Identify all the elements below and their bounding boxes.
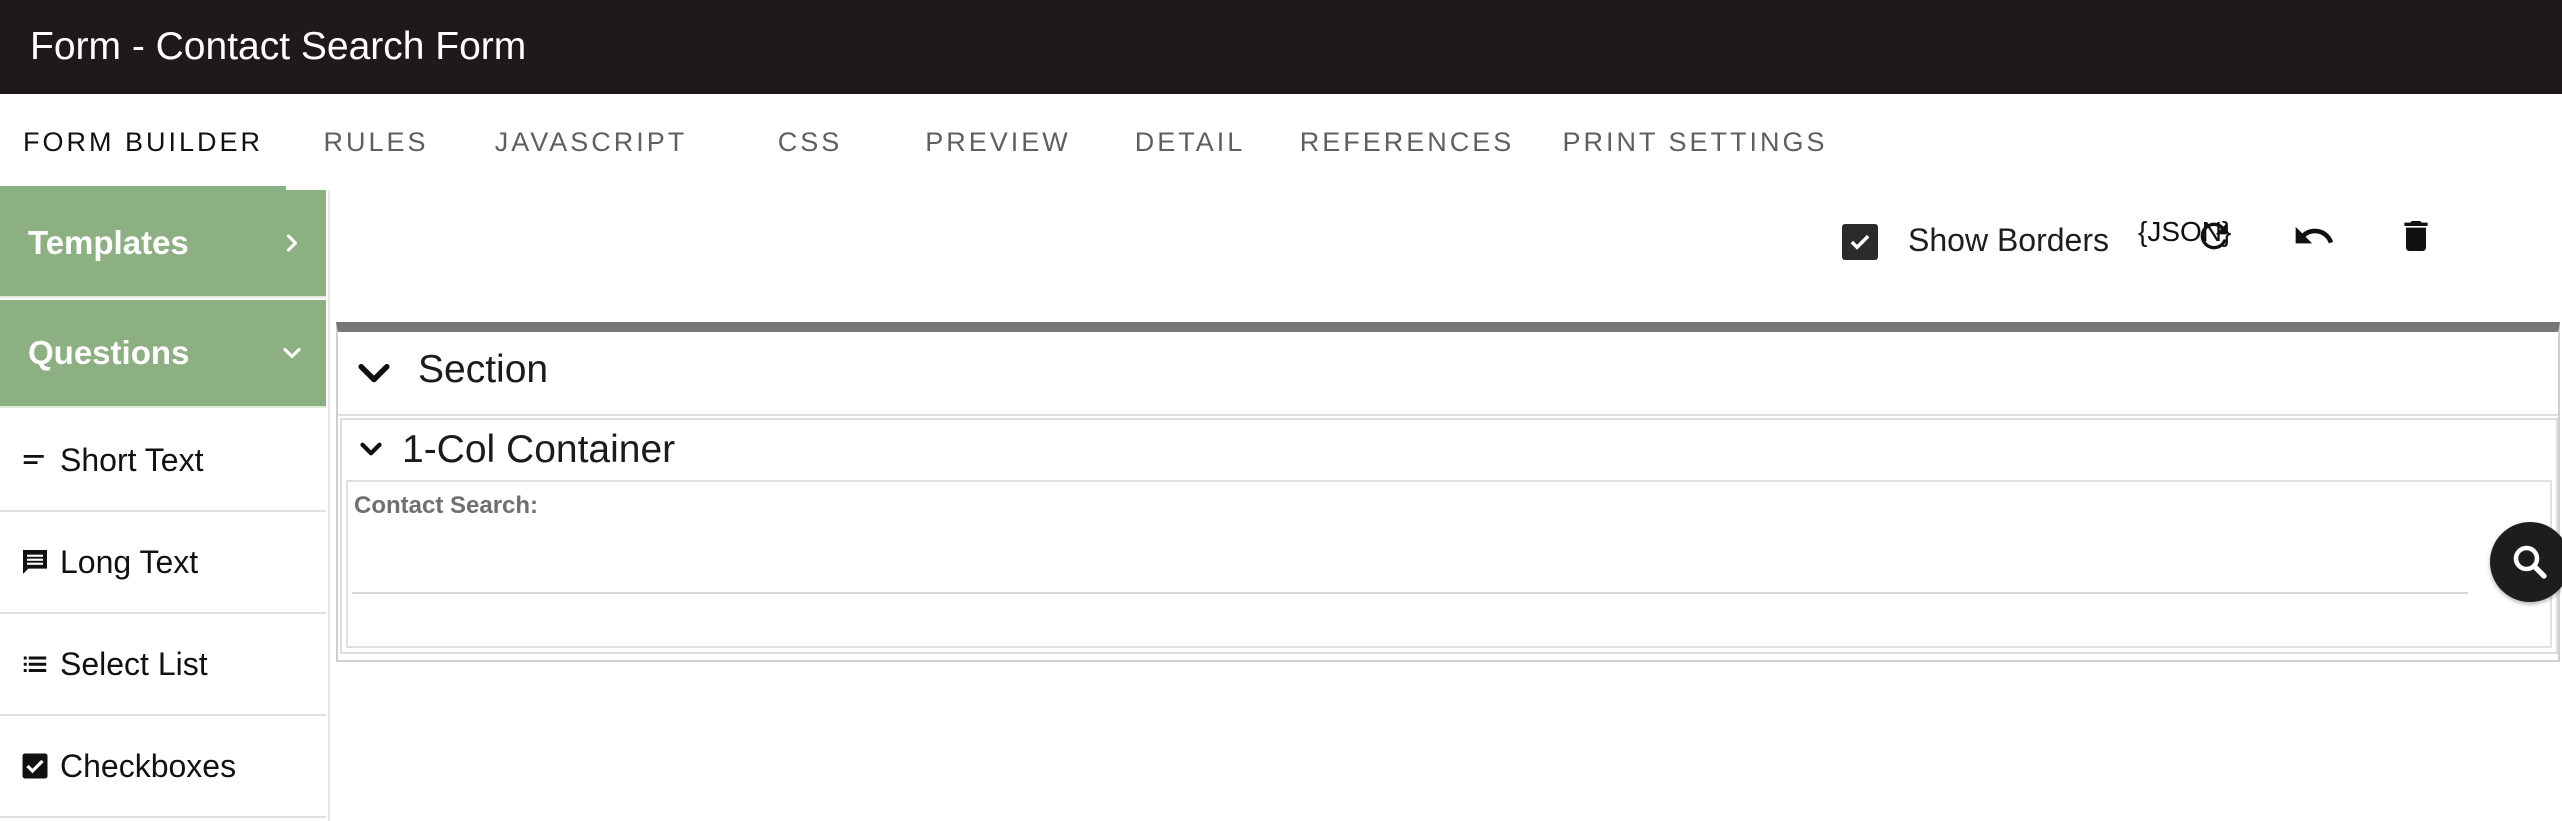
undo-button[interactable] <box>2290 212 2338 260</box>
sidebar-item-checkboxes[interactable]: Checkboxes <box>0 716 326 818</box>
comment-icon <box>18 545 52 579</box>
sidebar-item-select-list[interactable]: Select List <box>0 614 326 716</box>
section-header[interactable]: Section <box>338 332 2558 416</box>
checkbox-icon <box>18 749 52 783</box>
templates-label: Templates <box>28 224 189 261</box>
builder-toolbar: Show Borders {JSON} <box>330 190 2562 320</box>
sidebar-item-label: Select List <box>60 645 208 682</box>
tab-references[interactable]: REFERENCES <box>1296 94 1518 190</box>
questions-label: Questions <box>28 334 190 371</box>
tab-css[interactable]: CSS <box>740 94 880 190</box>
tab-javascript[interactable]: JAVASCRIPT <box>480 94 702 190</box>
trash-icon <box>2404 221 2428 251</box>
search-button[interactable] <box>2490 522 2562 602</box>
tab-rules[interactable]: RULES <box>300 94 452 190</box>
chevron-right-icon <box>286 234 298 252</box>
container-title: 1-Col Container <box>402 428 676 471</box>
templates-panel-header[interactable]: Templates <box>0 190 326 298</box>
tab-detail[interactable]: DETAIL <box>1120 94 1260 190</box>
refresh-icon <box>2200 222 2228 250</box>
delete-button[interactable] <box>2392 212 2440 260</box>
one-col-container[interactable]: 1-Col Container Contact Search: <box>340 418 2562 654</box>
show-borders-label[interactable]: Show Borders <box>1908 222 2109 259</box>
chevron-down-icon[interactable] <box>354 432 388 466</box>
sidebar: Templates Questions Short Text Long Text <box>0 190 330 821</box>
chevron-down-icon <box>283 347 301 359</box>
sidebar-item-long-text[interactable]: Long Text <box>0 512 326 614</box>
short-text-icon <box>18 443 52 477</box>
sidebar-item-label: Long Text <box>60 543 199 580</box>
form-canvas: Section 1-Col Container Contact Search: <box>336 322 2562 662</box>
tab-preview[interactable]: PREVIEW <box>910 94 1086 190</box>
tab-bar: FORM BUILDER RULES JAVASCRIPT CSS PREVIE… <box>0 94 2562 190</box>
questions-panel-header[interactable]: Questions <box>0 300 326 408</box>
section-title: Section <box>418 348 549 391</box>
search-icon <box>2513 545 2547 579</box>
contact-search-label: Contact Search: <box>354 492 539 519</box>
contact-search-question[interactable]: Contact Search: <box>346 480 2562 648</box>
refresh-button[interactable] <box>2190 212 2238 260</box>
window-title: Form - Contact Search Form <box>30 25 527 68</box>
list-icon <box>18 647 52 681</box>
undo-icon <box>2295 226 2334 244</box>
show-borders-checkbox[interactable] <box>1842 224 1878 260</box>
window-titlebar: Form - Contact Search Form <box>0 0 2562 94</box>
sidebar-item-label: Checkboxes <box>60 747 237 784</box>
sidebar-item-label: Short Text <box>60 441 204 478</box>
form-builder-main: Show Borders {JSON} Section 1-Col Contai… <box>330 190 2562 821</box>
tab-print-settings[interactable]: PRINT SETTINGS <box>1552 94 1838 190</box>
chevron-down-icon[interactable] <box>352 352 396 396</box>
contact-search-input[interactable] <box>352 534 2468 594</box>
sidebar-item-short-text[interactable]: Short Text <box>0 410 326 512</box>
tab-form-builder[interactable]: FORM BUILDER <box>0 94 286 190</box>
check-icon <box>1850 234 1870 250</box>
